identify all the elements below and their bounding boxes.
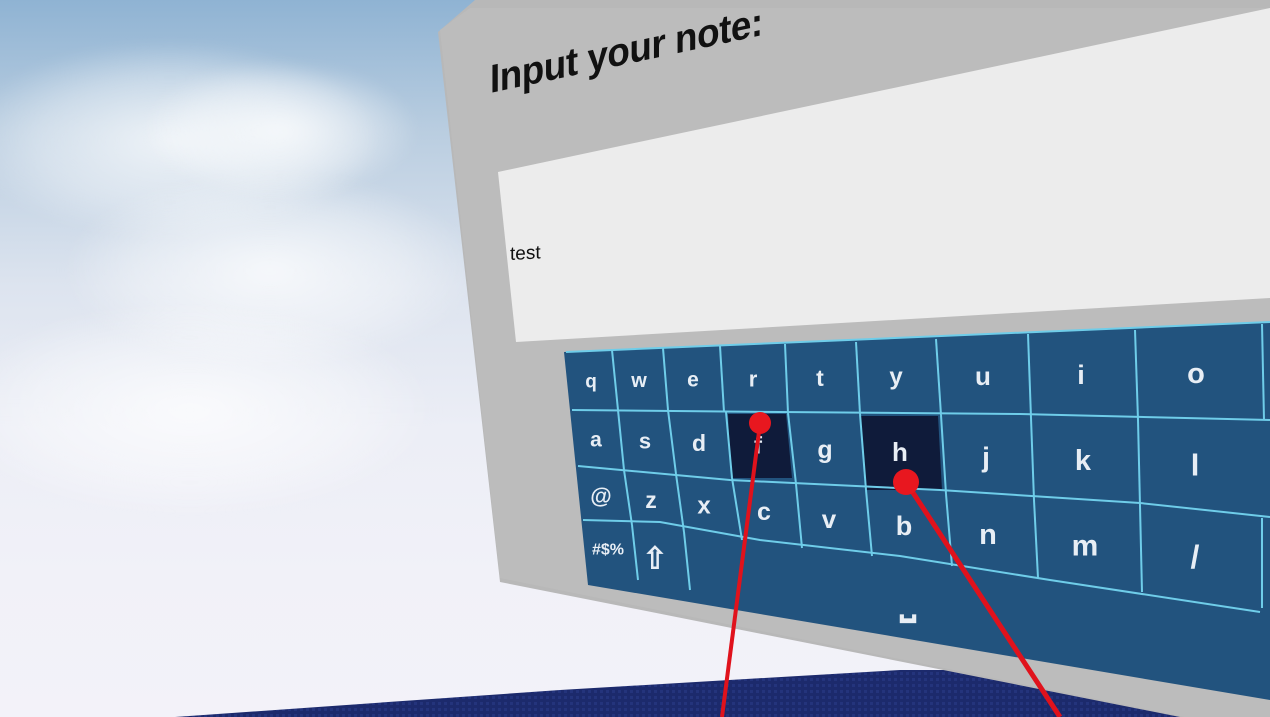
panel-title: Input your note: xyxy=(490,0,763,102)
note-text-value[interactable]: test xyxy=(510,242,541,266)
